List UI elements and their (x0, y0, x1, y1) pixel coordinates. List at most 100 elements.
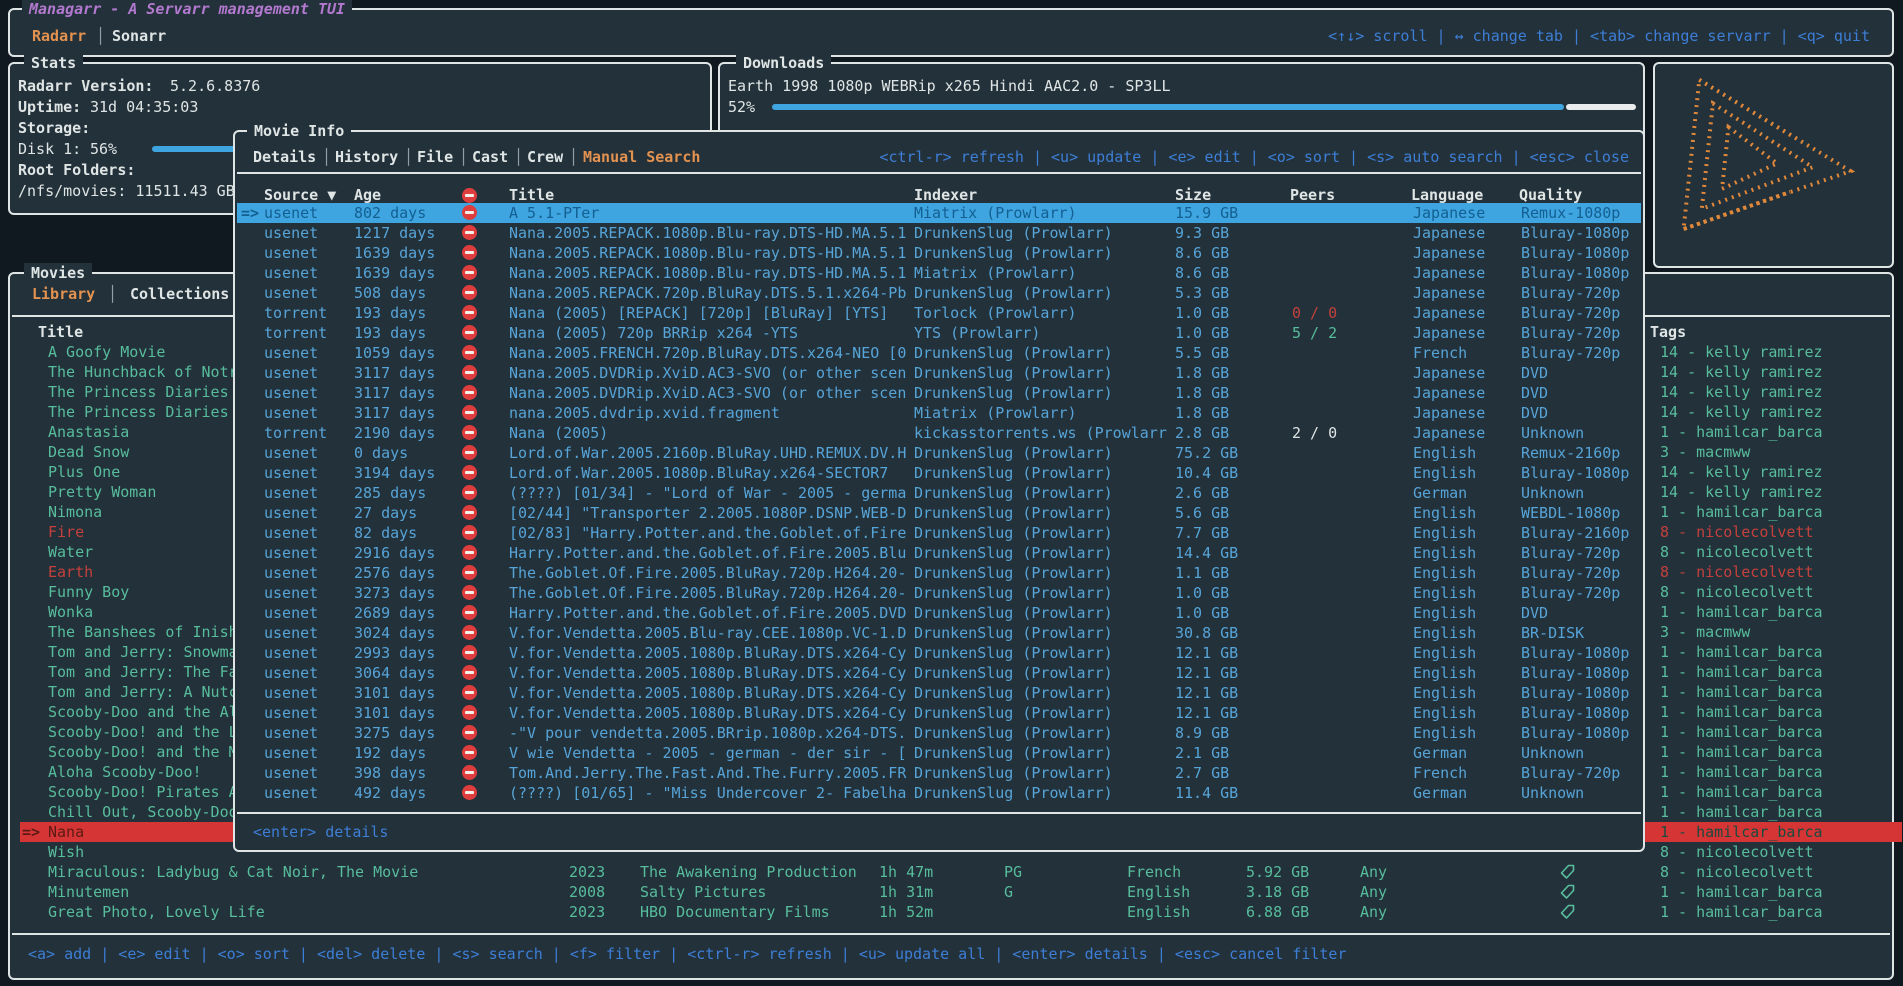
modal-tab-cast[interactable]: Cast (472, 147, 508, 167)
release-quality: Bluray-720p (1521, 543, 1620, 563)
search-result-row[interactable]: usenet2576 daysThe.Goblet.Of.Fire.2005.B… (237, 563, 1641, 583)
stats-title: Stats (24, 53, 83, 73)
col-size[interactable]: Size (1175, 185, 1211, 205)
movie-studio: HBO Documentary Films (640, 902, 830, 922)
release-indexer: DrunkenSlug (Prowlarr) (914, 283, 1113, 303)
release-indexer: Miatrix (Prowlarr) (914, 403, 1077, 423)
release-age: 2190 days (354, 423, 435, 443)
search-result-row[interactable]: usenet192 daysV wie Vendetta - 2005 - ge… (237, 743, 1641, 763)
movie-tag: 8 - nicolecolvett (1660, 562, 1814, 582)
search-result-row[interactable]: usenet285 days(????) [01/34] - "Lord of … (237, 483, 1641, 503)
tab-radarr[interactable]: Radarr (32, 26, 86, 46)
release-quality: Bluray-1080p (1521, 703, 1629, 723)
movie-tag: 8 - nicolecolvett (1660, 582, 1814, 602)
col-age[interactable]: Age (354, 185, 381, 205)
search-result-row[interactable]: usenet2689 daysHarry.Potter.and.the.Gobl… (237, 603, 1641, 623)
movie-tag: 1 - hamilcar_barca (1660, 882, 1823, 902)
col-peers[interactable]: Peers (1290, 185, 1335, 205)
movie-rating: PG (1004, 862, 1022, 882)
col-indexer[interactable]: Indexer (914, 185, 977, 205)
release-quality: DVD (1521, 603, 1548, 623)
modal-tab-crew[interactable]: Crew (527, 147, 563, 167)
release-source: usenet (264, 723, 318, 743)
release-source: usenet (264, 483, 318, 503)
release-size: 9.3 GB (1175, 223, 1229, 243)
search-result-row[interactable]: usenet3275 days-"V pour vendetta.2005.BR… (237, 723, 1641, 743)
release-source: usenet (264, 763, 318, 783)
search-result-row[interactable]: usenet82 days[02/83] "Harry.Potter.and.t… (237, 523, 1641, 543)
col-title[interactable]: Title (509, 185, 554, 205)
search-result-row[interactable]: usenet3024 daysV.for.Vendetta.2005.Blu-r… (237, 623, 1641, 643)
search-result-row[interactable]: usenet508 daysNana.2005.REPACK.720p.BluR… (237, 283, 1641, 303)
search-result-row[interactable]: usenet1059 daysNana.2005.FRENCH.720p.Blu… (237, 343, 1641, 363)
movie-quality-profile: Any (1360, 902, 1387, 922)
search-result-row[interactable]: usenet27 days[02/44] "Transporter 2.2005… (237, 503, 1641, 523)
release-language: English (1413, 583, 1476, 603)
movie-tag: 1 - hamilcar_barca (1660, 602, 1823, 622)
modal-tab-history[interactable]: History (335, 147, 398, 167)
release-language: English (1413, 663, 1476, 683)
release-indexer: DrunkenSlug (Prowlarr) (914, 243, 1113, 263)
col-quality[interactable]: Quality (1519, 185, 1582, 205)
search-result-row[interactable]: usenet492 days(????) [01/65] - "Miss Und… (237, 783, 1641, 803)
search-result-row[interactable]: usenet0 daysLord.of.War.2005.2160p.BluRa… (237, 443, 1641, 463)
release-size: 2.1 GB (1175, 743, 1229, 763)
tab-library[interactable]: Library (32, 284, 95, 304)
search-result-row[interactable]: =>usenet802 daysA 5.1-PTerMiatrix (Prowl… (237, 203, 1641, 223)
rejected-icon (462, 585, 477, 600)
release-indexer: DrunkenSlug (Prowlarr) (914, 683, 1113, 703)
search-result-row[interactable]: usenet3101 daysV.for.Vendetta.2005.1080p… (237, 683, 1641, 703)
release-age: 3101 days (354, 703, 435, 723)
stats-uptime-value: 31d 04:35:03 (90, 97, 198, 117)
search-result-row[interactable]: usenet2916 daysHarry.Potter.and.the.Gobl… (237, 543, 1641, 563)
modal-tab-file[interactable]: File (417, 147, 453, 167)
col-language[interactable]: Language (1411, 185, 1483, 205)
movie-title: Scooby-Doo! and the M (48, 742, 238, 762)
stats-version-label: Radarr Version: (18, 76, 153, 96)
search-result-row[interactable]: usenet3117 daysNana.2005.DVDRip.XviD.AC3… (237, 383, 1641, 403)
search-result-row[interactable]: usenet2993 daysV.for.Vendetta.2005.1080p… (237, 643, 1641, 663)
release-language: Japanese (1413, 223, 1485, 243)
search-result-row[interactable]: usenet1639 daysNana.2005.REPACK.1080p.Bl… (237, 263, 1641, 283)
search-result-row[interactable]: usenet3117 daysNana.2005.DVDRip.XviD.AC3… (237, 363, 1641, 383)
release-quality: Bluray-720p (1521, 303, 1620, 323)
modal-tab-manual-search[interactable]: Manual Search (583, 147, 700, 167)
movie-year: 2008 (569, 882, 605, 902)
search-result-row[interactable]: usenet3101 daysV.for.Vendetta.2005.1080p… (237, 703, 1641, 723)
tab-sonarr[interactable]: Sonarr (112, 26, 166, 46)
release-title: Harry.Potter.and.the.Goblet.of.Fire.2005… (509, 603, 906, 623)
release-age: 3117 days (354, 403, 435, 423)
release-title: A 5.1-PTer (509, 203, 599, 223)
logo-panel (1653, 62, 1894, 268)
movie-title: Great Photo, Lovely Life (48, 902, 265, 922)
search-result-row[interactable]: torrent193 daysNana (2005) 720p BRRip x2… (237, 323, 1641, 343)
library-keybinds: <a> add | <e> edit | <o> sort | <del> de… (28, 944, 1347, 964)
library-row[interactable]: Miraculous: Ladybug & Cat Noir, The Movi… (20, 862, 1902, 882)
tab-collections[interactable]: Collections (130, 284, 229, 304)
release-source: torrent (264, 323, 327, 343)
modal-tab-details[interactable]: Details (253, 147, 316, 167)
search-result-row[interactable]: usenet398 daysTom.And.Jerry.The.Fast.And… (237, 763, 1641, 783)
search-result-row[interactable]: usenet1217 daysNana.2005.REPACK.1080p.Bl… (237, 223, 1641, 243)
release-indexer: DrunkenSlug (Prowlarr) (914, 523, 1113, 543)
library-row[interactable]: Great Photo, Lovely Life2023HBO Document… (20, 902, 1902, 922)
release-quality: Bluray-1080p (1521, 663, 1629, 683)
search-result-row[interactable]: torrent193 daysNana (2005) [REPACK] [720… (237, 303, 1641, 323)
library-row[interactable]: Minutemen2008Salty Pictures1h 31mGEnglis… (20, 882, 1902, 902)
movie-title: Anastasia (48, 422, 129, 442)
search-result-row[interactable]: usenet1639 daysNana.2005.REPACK.1080p.Bl… (237, 243, 1641, 263)
search-result-row[interactable]: usenet3194 daysLord.of.War.2005.1080p.Bl… (237, 463, 1641, 483)
search-result-row[interactable]: usenet3273 daysThe.Goblet.Of.Fire.2005.B… (237, 583, 1641, 603)
release-size: 2.6 GB (1175, 483, 1229, 503)
col-source[interactable]: Source ▼ (264, 185, 336, 205)
movie-title: Aloha Scooby-Doo! (48, 762, 202, 782)
tags-column-header: Tags (1650, 322, 1686, 342)
search-result-row[interactable]: torrent2190 daysNana (2005)kickasstorren… (237, 423, 1641, 443)
rejected-icon (462, 325, 477, 340)
search-result-row[interactable]: usenet3117 daysnana.2005.dvdrip.xvid.fra… (237, 403, 1641, 423)
search-result-row[interactable]: usenet3064 daysV.for.Vendetta.2005.1080p… (237, 663, 1641, 683)
movie-title: The Hunchback of Notr (48, 362, 238, 382)
movie-title: Miraculous: Ladybug & Cat Noir, The Movi… (48, 862, 418, 882)
release-quality: Bluray-2160p (1521, 523, 1629, 543)
release-source: usenet (264, 563, 318, 583)
